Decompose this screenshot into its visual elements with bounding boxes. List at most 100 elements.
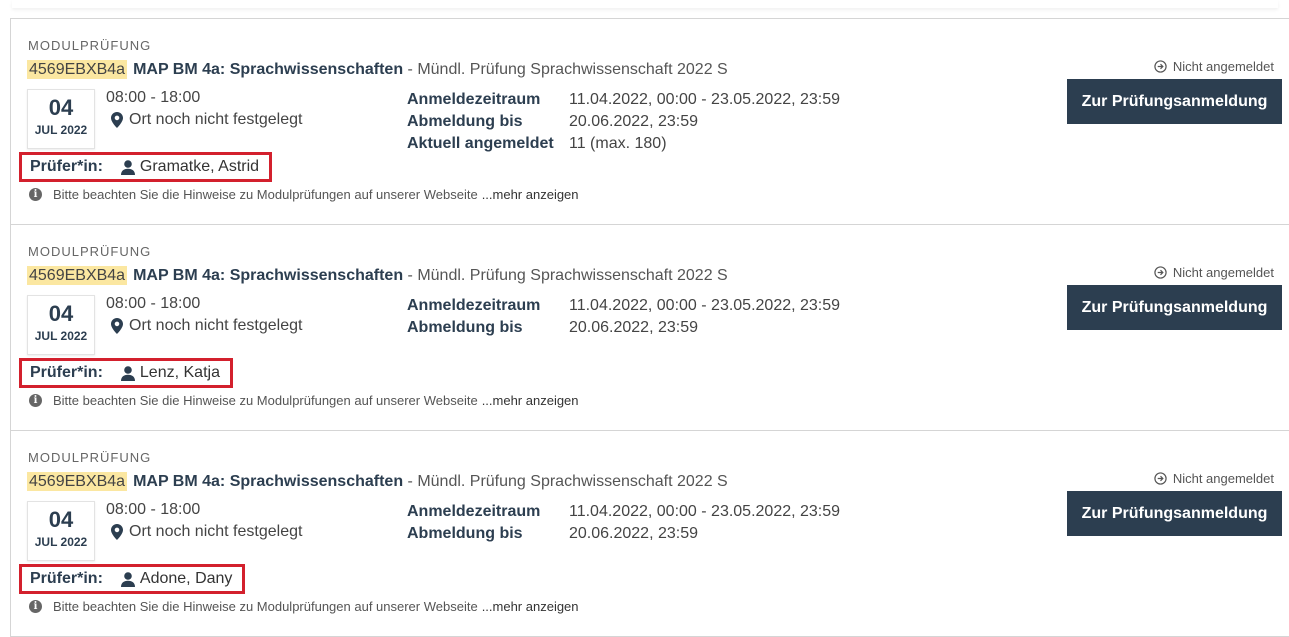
registration-row: Abmeldung bis 20.06.2022, 23:59 bbox=[407, 111, 840, 133]
exam-hint: i Bitte beachten Sie die Hinweise zu Mod… bbox=[29, 599, 579, 614]
registration-label: Anmeldezeitraum bbox=[407, 297, 541, 314]
exam-code: 4569EBXB4a bbox=[27, 266, 128, 285]
show-more-link[interactable]: ...mehr anzeigen bbox=[482, 393, 579, 408]
date-day: 04 bbox=[48, 507, 74, 532]
registration-status: Nicht angemeldet bbox=[1154, 471, 1274, 486]
exam-registration-button[interactable]: Zur Prüfungsanmeldung bbox=[1067, 79, 1282, 124]
examiner-name: Lenz, Katja bbox=[139, 364, 220, 381]
user-icon bbox=[120, 571, 135, 587]
date-month-year: JUL 2022 bbox=[34, 535, 88, 549]
show-more-link[interactable]: ...mehr anzeigen bbox=[482, 187, 579, 202]
registration-label: Abmeldung bis bbox=[407, 319, 523, 336]
exam-time: 08:00 - 18:00 bbox=[106, 501, 201, 518]
location-text: Ort noch nicht festgelegt bbox=[129, 523, 303, 540]
user-icon bbox=[120, 365, 135, 381]
exam-location: Ort noch nicht festgelegt bbox=[111, 523, 302, 541]
info-circle-icon: i bbox=[29, 188, 42, 201]
registration-row: Anmeldezeitraum 11.04.2022, 00:00 - 23.05… bbox=[407, 89, 840, 111]
map-marker-icon bbox=[111, 318, 123, 334]
registration-row: Anmeldezeitraum 11.04.2022, 00:00 - 23.05… bbox=[407, 501, 840, 523]
registration-row: Abmeldung bis 20.06.2022, 23:59 bbox=[407, 523, 840, 545]
registration-value: 11.04.2022, 00:00 - 23.05.2022, 23:59 bbox=[569, 297, 841, 314]
user-icon bbox=[120, 159, 135, 175]
registration-row: Abmeldung bis 20.06.2022, 23:59 bbox=[407, 317, 840, 339]
examiner-name: Adone, Dany bbox=[139, 570, 233, 587]
hint-text: Bitte beachten Sie die Hinweise zu Modul… bbox=[53, 187, 478, 202]
arrow-circle-right-icon bbox=[1154, 266, 1167, 279]
registration-info: Anmeldezeitraum 11.04.2022, 00:00 - 23.05… bbox=[407, 295, 840, 339]
exam-title: 4569EBXB4a MAP BM 4a: Sprachwissenschafte… bbox=[27, 266, 728, 285]
examiner-name: Gramatke, Astrid bbox=[139, 158, 260, 175]
exam-code: 4569EBXB4a bbox=[27, 472, 128, 491]
hint-text: Bitte beachten Sie die Hinweise zu Modul… bbox=[53, 393, 478, 408]
exam-kind: MODULPRÜFUNG bbox=[28, 38, 152, 53]
registration-label: Anmeldezeitraum bbox=[407, 91, 541, 108]
exam-time: 08:00 - 18:00 bbox=[106, 89, 201, 106]
registration-status: Nicht angemeldet bbox=[1154, 265, 1274, 280]
examiner-label: Prüfer*in: bbox=[30, 570, 103, 587]
date-day: 04 bbox=[48, 301, 74, 326]
registration-info: Anmeldezeitraum 11.04.2022, 00:00 - 23.05… bbox=[407, 89, 840, 155]
hint-text: Bitte beachten Sie die Hinweise zu Modul… bbox=[53, 599, 478, 614]
exam-subtitle: - Mündl. Prüfung Sprachwissenschaft 2022… bbox=[403, 473, 728, 490]
registration-value: 11.04.2022, 00:00 - 23.05.2022, 23:59 bbox=[569, 91, 841, 108]
status-text: Nicht angemeldet bbox=[1172, 265, 1274, 280]
registration-value: 20.06.2022, 23:59 bbox=[569, 525, 699, 542]
registration-label: Abmeldung bis bbox=[407, 113, 523, 130]
exam-kind: MODULPRÜFUNG bbox=[28, 450, 152, 465]
registration-value: 11 (max. 180) bbox=[569, 135, 667, 152]
registration-status: Nicht angemeldet bbox=[1154, 59, 1274, 74]
exam-location: Ort noch nicht festgelegt bbox=[111, 111, 302, 129]
module-name[interactable]: MAP BM 4a: Sprachwissenschaften bbox=[133, 473, 403, 490]
date-box: 04 JUL 2022 bbox=[27, 295, 95, 355]
exam-hint: i Bitte beachten Sie die Hinweise zu Mod… bbox=[29, 187, 579, 202]
arrow-circle-right-icon bbox=[1154, 60, 1167, 73]
date-month-year: JUL 2022 bbox=[34, 329, 88, 343]
top-bar bbox=[12, 0, 1278, 8]
date-day: 04 bbox=[48, 95, 74, 120]
exam-registration-button[interactable]: Zur Prüfungsanmeldung bbox=[1067, 285, 1282, 330]
registration-row: Aktuell angemeldet 11 (max. 180) bbox=[407, 133, 840, 155]
registration-label: Abmeldung bis bbox=[407, 525, 523, 542]
exam-card: MODULPRÜFUNG 4569EBXB4a MAP BM 4a: Sprach… bbox=[10, 19, 1289, 225]
examiner-highlight: Prüfer*in: Gramatke, Astrid bbox=[19, 152, 273, 182]
exam-subtitle: - Mündl. Prüfung Sprachwissenschaft 2022… bbox=[403, 267, 728, 284]
exam-list: MODULPRÜFUNG 4569EBXB4a MAP BM 4a: Sprach… bbox=[10, 18, 1289, 637]
exam-card: MODULPRÜFUNG 4569EBXB4a MAP BM 4a: Sprach… bbox=[10, 431, 1289, 637]
exam-card: MODULPRÜFUNG 4569EBXB4a MAP BM 4a: Sprach… bbox=[10, 225, 1289, 431]
examiner-highlight: Prüfer*in: Adone, Dany bbox=[19, 564, 246, 594]
date-box: 04 JUL 2022 bbox=[27, 89, 95, 149]
registration-info: Anmeldezeitraum 11.04.2022, 00:00 - 23.05… bbox=[407, 501, 840, 545]
date-month-year: JUL 2022 bbox=[34, 123, 88, 137]
registration-value: 11.04.2022, 00:00 - 23.05.2022, 23:59 bbox=[569, 503, 841, 520]
exam-title: 4569EBXB4a MAP BM 4a: Sprachwissenschafte… bbox=[27, 472, 728, 491]
show-more-link[interactable]: ...mehr anzeigen bbox=[482, 599, 579, 614]
registration-value: 20.06.2022, 23:59 bbox=[569, 113, 699, 130]
registration-row: Anmeldezeitraum 11.04.2022, 00:00 - 23.05… bbox=[407, 295, 840, 317]
module-name[interactable]: MAP BM 4a: Sprachwissenschaften bbox=[133, 61, 403, 78]
info-circle-icon: i bbox=[29, 394, 42, 407]
registration-label: Anmeldezeitraum bbox=[407, 503, 541, 520]
module-name[interactable]: MAP BM 4a: Sprachwissenschaften bbox=[133, 267, 403, 284]
map-marker-icon bbox=[111, 524, 123, 540]
examiner-highlight: Prüfer*in: Lenz, Katja bbox=[19, 358, 233, 388]
exam-location: Ort noch nicht festgelegt bbox=[111, 317, 302, 335]
exam-hint: i Bitte beachten Sie die Hinweise zu Mod… bbox=[29, 393, 579, 408]
registration-label: Aktuell angemeldet bbox=[407, 135, 554, 152]
examiner-label: Prüfer*in: bbox=[30, 158, 103, 175]
registration-value: 20.06.2022, 23:59 bbox=[569, 319, 699, 336]
exam-subtitle: - Mündl. Prüfung Sprachwissenschaft 2022… bbox=[403, 61, 728, 78]
exam-time: 08:00 - 18:00 bbox=[106, 295, 201, 312]
exam-kind: MODULPRÜFUNG bbox=[28, 244, 152, 259]
location-text: Ort noch nicht festgelegt bbox=[129, 111, 303, 128]
exam-code: 4569EBXB4a bbox=[27, 60, 128, 79]
exam-title: 4569EBXB4a MAP BM 4a: Sprachwissenschafte… bbox=[27, 60, 728, 79]
map-marker-icon bbox=[111, 112, 123, 128]
exam-registration-button[interactable]: Zur Prüfungsanmeldung bbox=[1067, 491, 1282, 536]
status-text: Nicht angemeldet bbox=[1172, 59, 1274, 74]
status-text: Nicht angemeldet bbox=[1172, 471, 1274, 486]
date-box: 04 JUL 2022 bbox=[27, 501, 95, 561]
examiner-label: Prüfer*in: bbox=[30, 364, 103, 381]
arrow-circle-right-icon bbox=[1154, 472, 1167, 485]
info-circle-icon: i bbox=[29, 600, 42, 613]
